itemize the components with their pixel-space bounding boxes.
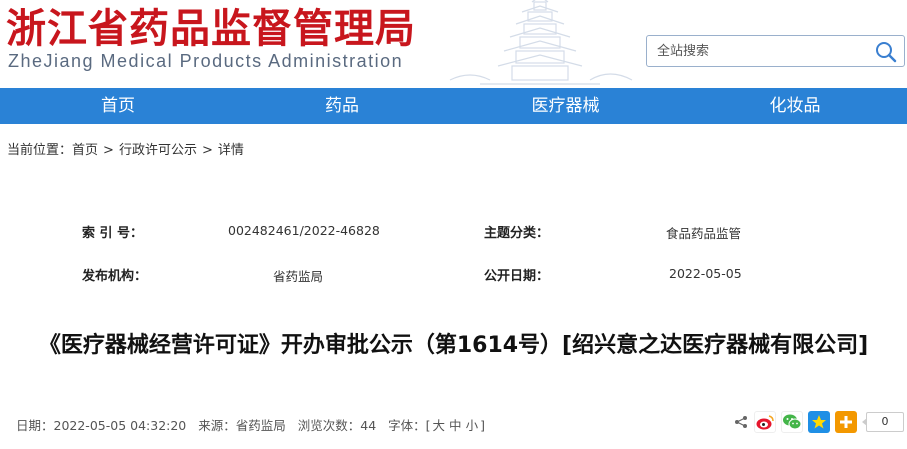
breadcrumb-permits-link[interactable]: 行政许可公示 xyxy=(119,143,197,158)
main-nav: 首页 药品 医疗器械 化妆品 xyxy=(0,88,907,124)
breadcrumb-prefix: 当前位置： xyxy=(7,143,73,158)
share-nodes-icon xyxy=(735,416,747,428)
font-size-control: 字体：[大中小] xyxy=(388,418,485,433)
share-count-badge: 0 xyxy=(862,412,904,432)
breadcrumb-current: 详情 xyxy=(217,143,244,158)
font-size-label: 字体：[ xyxy=(388,418,431,433)
publish-date-label: 公开日期： xyxy=(484,269,550,284)
article-source: 来源：省药监局 xyxy=(198,418,286,433)
nav-item-home[interactable]: 首页 xyxy=(0,88,236,124)
nav-item-drugs[interactable]: 药品 xyxy=(236,88,448,124)
breadcrumb: 当前位置：首页 > 行政许可公示 > 详情 xyxy=(7,139,244,158)
share-wechat-button[interactable] xyxy=(781,411,803,433)
search-box xyxy=(646,35,905,67)
article-views: 浏览次数：44 xyxy=(297,418,377,433)
site-title: 浙江省药品监督管理局 xyxy=(6,5,416,52)
topic-category-value: 食品药品监管 xyxy=(666,226,742,241)
nav-item-medical-devices[interactable]: 医疗器械 xyxy=(448,88,683,124)
pagoda-watermark-icon xyxy=(449,0,633,85)
share-icon[interactable] xyxy=(733,411,749,433)
plus-icon xyxy=(840,416,852,428)
article-date: 日期：2022-05-05 04:32:20 xyxy=(16,418,187,433)
font-medium-link[interactable]: 中 xyxy=(449,418,462,433)
share-qzone-button[interactable] xyxy=(808,411,830,433)
breadcrumb-separator: > xyxy=(103,143,114,158)
article-info-bar: 日期：2022-05-05 04:32:20 来源：省药监局 浏览次数：44 字… xyxy=(16,415,493,434)
site-subtitle: ZheJiang Medical Products Administration xyxy=(8,51,404,71)
weibo-icon xyxy=(756,415,774,430)
wechat-icon xyxy=(783,414,802,430)
breadcrumb-home-link[interactable]: 首页 xyxy=(72,143,98,158)
article-title: 《医疗器械经营许可证》开办审批公示（第1614号）[绍兴意之达医疗器械有限公司] xyxy=(38,333,869,358)
breadcrumb-separator: > xyxy=(201,143,213,158)
share-bar: 0 xyxy=(733,411,904,433)
font-small-link[interactable]: 小 xyxy=(466,418,479,433)
index-number-label: 索 引 号： xyxy=(82,226,144,241)
share-weibo-button[interactable] xyxy=(754,411,776,433)
font-size-close: ] xyxy=(480,418,485,433)
search-input[interactable] xyxy=(647,37,867,65)
nav-item-cosmetics[interactable]: 化妆品 xyxy=(683,88,907,124)
site-header: 浙江省药品监督管理局 ZheJiang Medical Products Adm… xyxy=(0,0,907,88)
publish-date-value: 2022-05-05 xyxy=(669,266,742,281)
search-icon[interactable] xyxy=(874,40,898,64)
publisher-label: 发布机构： xyxy=(82,269,148,284)
share-more-button[interactable] xyxy=(835,411,857,433)
qzone-star-icon xyxy=(812,415,826,429)
topic-category-label: 主题分类： xyxy=(484,226,550,241)
publisher-value: 省药监局 xyxy=(273,269,324,284)
font-large-link[interactable]: 大 xyxy=(433,418,446,433)
index-number-value: 002482461/2022-46828 xyxy=(228,223,380,238)
